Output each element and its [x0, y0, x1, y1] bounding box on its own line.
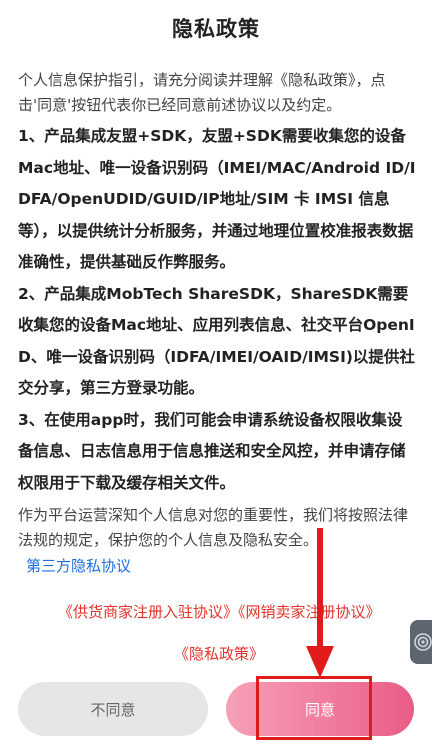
- disagree-button[interactable]: 不同意: [18, 682, 208, 736]
- point-sharesdk: 2、产品集成MobTech ShareSDK，ShareSDK需要收集您的设备M…: [18, 284, 415, 398]
- privacy-dialog: 隐私政策 个人信息保护指引，请充分阅读并理解《隐私政策》，点击'同意'按钮代表你…: [0, 0, 432, 753]
- supplier-agreement-link[interactable]: 《供货商家注册入驻协议》: [58, 603, 238, 621]
- dialog-content[interactable]: 个人信息保护指引，请充分阅读并理解《隐私政策》，点击'同意'按钮代表你已经同意前…: [18, 68, 416, 553]
- point-app-permissions: 3、在使用app时，我们可能会申请系统设备权限收集设备信息、日志信息用于信息推送…: [18, 410, 406, 492]
- floating-assistant-button[interactable]: [410, 620, 432, 664]
- third-party-privacy-link[interactable]: 第三方隐私协议: [26, 554, 131, 578]
- annotation-highlight-box: [256, 676, 372, 740]
- closing-text: 作为平台运营深知个人信息对您的重要性，我们将按照法律法规的规定，保护您的个人信息…: [18, 506, 409, 549]
- broadcast-icon: [414, 633, 432, 651]
- agreement-row: 《隐私政策》: [174, 642, 264, 666]
- annotation-arrow-icon: [306, 528, 334, 678]
- point-umeng-sdk: 1、产品集成友盟+SDK，友盟+SDK需要收集您的设备Mac地址、唯一设备识别码…: [18, 127, 416, 271]
- dialog-title: 隐私政策: [172, 17, 260, 41]
- intro-text: 个人信息保护指引，请充分阅读并理解《隐私政策》，点击'同意'按钮代表你已经同意前…: [18, 71, 386, 114]
- privacy-policy-link[interactable]: 《隐私政策》: [174, 645, 264, 663]
